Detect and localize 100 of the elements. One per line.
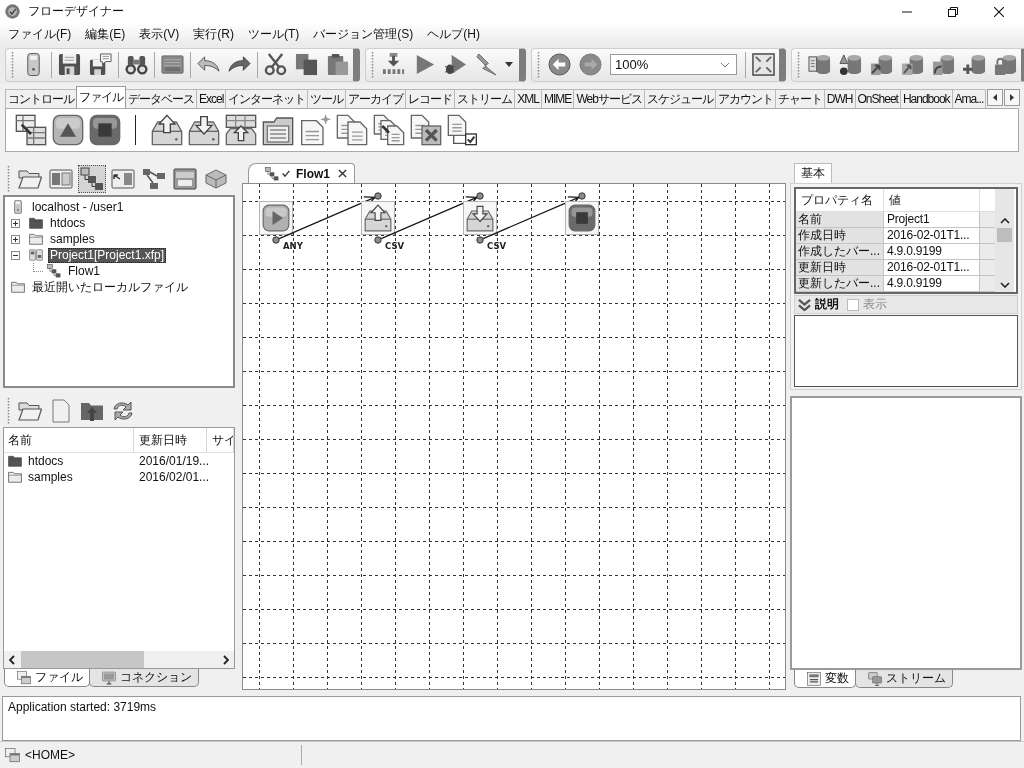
panel-tab[interactable]: コネクション	[89, 669, 199, 687]
cut-icon[interactable]	[264, 53, 287, 76]
table-up-arrow-icon[interactable]	[224, 114, 257, 146]
folder-list-icon[interactable]	[261, 114, 294, 146]
column-header[interactable]: サイ	[207, 428, 234, 452]
file-name[interactable]: htdocs	[28, 453, 64, 469]
menu-item[interactable]: バージョン管理(S)	[306, 25, 421, 43]
menu-item[interactable]: 表示(V)	[132, 25, 187, 43]
copy-icon[interactable]	[295, 53, 318, 76]
palette-tab[interactable]: アーカイブ	[345, 89, 407, 108]
vertical-scrollbar[interactable]	[995, 189, 1014, 292]
panel-tab[interactable]: 変数	[794, 670, 856, 688]
tree-item[interactable]: Flow1	[66, 263, 102, 279]
database-export-icon[interactable]	[901, 53, 924, 76]
palette-tab[interactable]: Ama...	[951, 89, 987, 108]
tray-up-arrow-icon[interactable]	[150, 114, 183, 146]
database-import-icon[interactable]	[932, 53, 955, 76]
grip-icon[interactable]	[371, 51, 374, 78]
palette-tab[interactable]: ストリーム	[454, 89, 516, 108]
palette-tab[interactable]: インターネット	[225, 89, 309, 108]
palette-tab[interactable]: Webサービス	[573, 89, 645, 108]
flow-diagram-icon[interactable]	[77, 165, 106, 193]
description-field[interactable]	[794, 315, 1018, 387]
restore-icon[interactable]	[948, 6, 958, 17]
column-header[interactable]: 値	[884, 189, 980, 212]
panel-tab[interactable]: ファイル	[4, 669, 90, 687]
binoculars-icon[interactable]	[125, 53, 148, 76]
grip-icon[interactable]	[7, 166, 10, 192]
palette-tab[interactable]: コントロール	[5, 89, 77, 108]
grip-icon[interactable]	[7, 398, 10, 424]
scrollbar-thumb[interactable]	[21, 651, 144, 668]
tree-item[interactable]: 最近開いたローカルファイル	[30, 279, 190, 295]
fit-screen-icon[interactable]	[752, 53, 775, 76]
chevron-up-icon[interactable]	[999, 218, 1010, 224]
palette-tab[interactable]: チャート	[774, 89, 825, 108]
palette-tab[interactable]: データベース	[125, 89, 197, 108]
tray-down-arrow-icon[interactable]	[187, 114, 220, 146]
zoom-combo[interactable]: 100%	[610, 54, 737, 75]
save-icon[interactable]	[58, 53, 81, 76]
close-icon[interactable]	[994, 6, 1004, 17]
tree-item[interactable]: samples	[48, 231, 97, 247]
palette-tab[interactable]: レコード	[405, 89, 456, 108]
database-lock-icon[interactable]	[994, 53, 1017, 76]
grip-icon[interactable]	[537, 51, 540, 78]
database-arrow-icon[interactable]	[870, 53, 893, 76]
circuit-board-icon[interactable]	[161, 53, 184, 76]
menu-item[interactable]: ヘルプ(H)	[420, 25, 487, 43]
caret-down-icon[interactable]	[505, 62, 513, 67]
palette-tab[interactable]: スケジュール	[643, 89, 716, 108]
tree-item[interactable]: htdocs	[48, 215, 88, 231]
stop-tile-icon[interactable]	[88, 114, 121, 146]
collapse-icon[interactable]	[11, 250, 20, 260]
chevron-right-icon[interactable]	[223, 654, 229, 665]
database-plus-icon[interactable]	[963, 53, 986, 76]
editor-tab[interactable]: Flow1	[248, 163, 355, 183]
column-header[interactable]: 更新日時	[134, 428, 207, 452]
table-arrow-icon[interactable]	[14, 114, 47, 146]
menu-item[interactable]: ファイル(F)	[1, 25, 79, 43]
grip-icon[interactable]	[797, 51, 800, 78]
save-note-icon[interactable]	[89, 53, 112, 76]
paste-icon[interactable]	[326, 53, 349, 76]
folder-icon	[11, 280, 25, 294]
tree-item[interactable]: localhost - /user1	[30, 199, 126, 215]
menu-item[interactable]: 編集(E)	[78, 25, 133, 43]
chevron-down-icon[interactable]	[999, 282, 1010, 288]
scroll-right-button[interactable]	[1004, 88, 1020, 106]
menu-item[interactable]: 実行(R)	[186, 25, 241, 43]
menu-item[interactable]: ツール(T)	[241, 25, 307, 43]
triangle-right-icon	[1010, 93, 1014, 101]
up-triangle-tile-icon[interactable]	[51, 114, 84, 146]
arrow-bits-icon[interactable]	[382, 53, 405, 76]
expand-icon[interactable]	[11, 234, 20, 244]
tree-item[interactable]: Project1[Project1.xfp]	[48, 247, 167, 263]
scrollbar-thumb[interactable]	[997, 228, 1012, 242]
expand-icon[interactable]	[11, 218, 20, 228]
new-document-icon[interactable]	[298, 114, 331, 146]
palette-tab[interactable]: アカウント	[714, 89, 776, 108]
column-header[interactable]: 名前	[4, 428, 134, 452]
forward-icon[interactable]	[579, 53, 602, 76]
panel-tab[interactable]: ストリーム	[855, 670, 953, 688]
close-icon[interactable]	[338, 169, 347, 178]
double-chevron-icon[interactable]	[798, 298, 811, 311]
database-note-icon[interactable]	[808, 53, 831, 76]
horizontal-scrollbar[interactable]	[4, 651, 234, 668]
document-check-icon[interactable]	[446, 114, 479, 146]
grip-icon[interactable]	[11, 51, 14, 78]
column-header[interactable]: プロパティ名	[796, 189, 884, 212]
back-icon[interactable]	[548, 53, 571, 76]
chevron-left-icon[interactable]	[9, 654, 15, 665]
scroll-left-button[interactable]	[987, 88, 1003, 106]
documents-arrow-icon[interactable]	[372, 114, 405, 146]
lightning-icon[interactable]	[475, 53, 498, 76]
documents-icon[interactable]	[335, 114, 368, 146]
database-warning-icon[interactable]	[839, 53, 862, 76]
file-name[interactable]: samples	[28, 469, 73, 485]
palette-tab[interactable]: ファイル	[76, 86, 126, 108]
document-delete-icon[interactable]	[409, 114, 442, 146]
properties-tab[interactable]: 基本	[794, 163, 832, 183]
bug-play-icon[interactable]	[444, 53, 467, 76]
window-icon[interactable]	[170, 165, 199, 193]
